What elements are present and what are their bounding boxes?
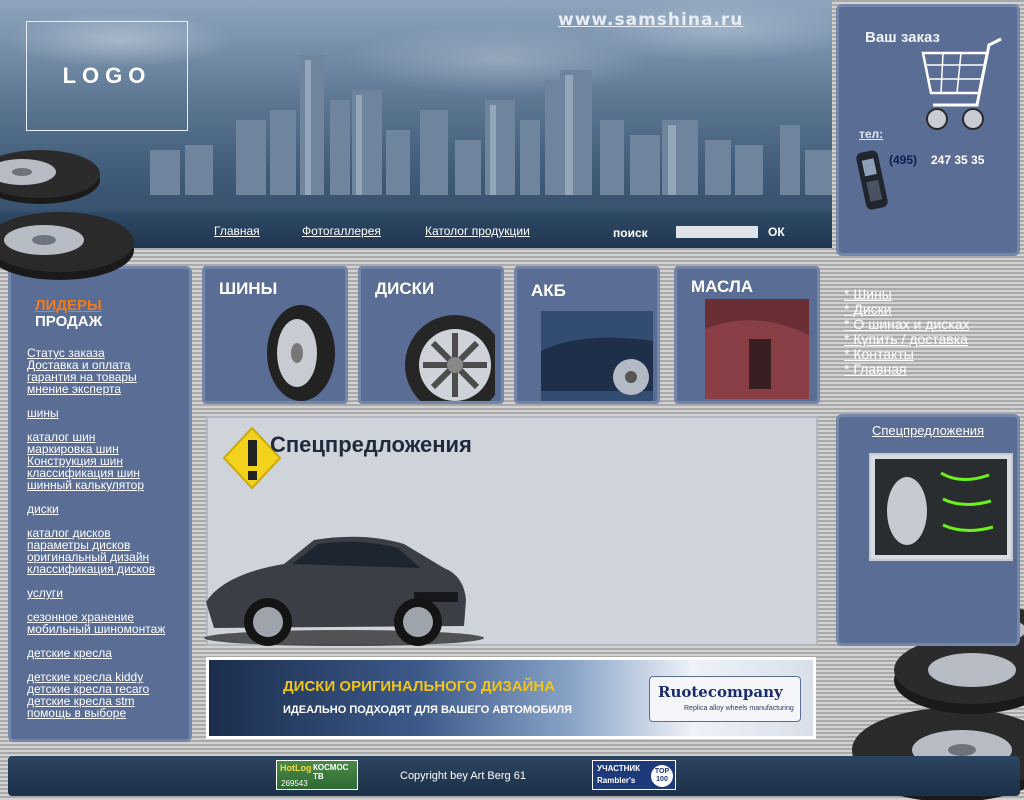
car-front-image: [541, 311, 653, 401]
wheel-image: [405, 315, 495, 401]
sidebar-link-expert[interactable]: мнение эксперта: [27, 383, 121, 395]
category-title: ШИНЫ: [219, 279, 278, 298]
sidebar-link-mobile-tire-service[interactable]: мобильный шиномонтаж: [27, 623, 165, 635]
copyright-text: Copyright bey Art Berg 61: [400, 770, 526, 782]
tire-tread-image[interactable]: [869, 453, 1013, 561]
rambler-participant: УЧАСТНИК: [597, 764, 641, 773]
nav-photo-gallery[interactable]: Фотогаллерея: [302, 224, 381, 238]
right-menu-buy-delivery[interactable]: * Купить / доставка: [844, 332, 968, 347]
special-offers-panel: Спецпредложения: [204, 416, 818, 646]
shopping-cart-icon[interactable]: [917, 35, 1005, 131]
counter-brand: HotLog: [280, 763, 312, 773]
counter-partner: КОСМОС ТВ: [313, 763, 349, 781]
order-panel: Ваш заказ тел: (495) 247 35 35: [836, 4, 1020, 256]
hotlog-counter[interactable]: HotLog КОСМОС ТВ 269543: [276, 760, 358, 790]
banner-headline: ДИСКИ ОРИГИНАЛЬНОГО ДИЗАЙНА: [283, 678, 556, 695]
banner-logo-name: Ruotecompany: [658, 683, 783, 701]
rambler-top100-counter[interactable]: УЧАСТНИК Rambler's TOP 100: [592, 760, 676, 790]
category-tile-tires[interactable]: ШИНЫ: [202, 266, 348, 404]
special-offers-side-panel: Спецпредложения: [836, 414, 1020, 646]
site-logo[interactable]: LOGO: [26, 21, 188, 131]
category-tile-oils[interactable]: МАСЛА: [674, 266, 820, 404]
sales-heading: ПРОДАЖ: [35, 313, 103, 330]
banner-logo-sub: Replica alloy wheels manufacturing: [684, 705, 794, 712]
special-offers-title: Спецпредложения: [270, 432, 472, 457]
right-menu-about[interactable]: * О шинах и дисках: [844, 317, 970, 332]
sidebar-link-wheel-classification[interactable]: классификация дисков: [27, 563, 155, 575]
sidebar-link-wheels[interactable]: диски: [27, 503, 59, 515]
banner-subline: ИДЕАЛЬНО ПОДХОДЯТ ДЛЯ ВАШЕГО АВТОМОБИЛЯ: [283, 704, 573, 716]
nav-home[interactable]: Главная: [214, 224, 260, 238]
search-label: поиск: [613, 226, 648, 240]
leaders-heading[interactable]: ЛИДЕРЫ: [35, 297, 102, 314]
phone-number: 247 35 35: [931, 153, 985, 167]
left-sidebar: ЛИДЕРЫ ПРОДАЖ Статус заказа Доставка и о…: [8, 266, 192, 742]
search-ok-button[interactable]: ОК: [768, 225, 785, 239]
ruotecompany-logo: Ruotecompany Replica alloy wheels manufa…: [649, 676, 801, 722]
tire-tread-graphic: [875, 459, 1007, 555]
rambler-top100: TOP 100: [651, 765, 673, 787]
counter-value: 269543: [281, 779, 308, 788]
bmw-car-image: [204, 536, 484, 646]
right-menu-tires[interactable]: * Шины: [844, 287, 892, 302]
category-tile-batteries[interactable]: АКБ: [514, 266, 660, 404]
sidebar-link-help-choose[interactable]: помощь в выборе: [27, 707, 126, 719]
category-title: МАСЛА: [691, 277, 754, 296]
footer: HotLog КОСМОС ТВ 269543 Copyright bey Ar…: [8, 756, 1020, 796]
nav-product-catalog[interactable]: Католог продукции: [425, 224, 530, 238]
site-url[interactable]: www.samshina.ru: [558, 10, 743, 30]
tire-image: [267, 305, 335, 401]
logo-text: LOGO: [62, 63, 152, 88]
right-menu-contacts[interactable]: * Контакты: [844, 347, 914, 362]
mobile-phone-icon: [856, 150, 888, 210]
tire-stack-left-image: [0, 150, 134, 280]
category-title: ДИСКИ: [375, 279, 435, 298]
sidebar-link-tire-calculator[interactable]: шинный калькулятор: [27, 479, 144, 491]
sidebar-link-tires[interactable]: шины: [27, 407, 59, 419]
search-input[interactable]: [676, 226, 758, 238]
sidebar-link-services[interactable]: услуги: [27, 587, 63, 599]
right-menu-home[interactable]: * Главная: [844, 362, 907, 377]
right-menu-wheels[interactable]: * Диски: [844, 302, 892, 317]
original-design-wheels-banner[interactable]: ДИСКИ ОРИГИНАЛЬНОГО ДИЗАЙНА ИДЕАЛЬНО ПОД…: [206, 657, 816, 739]
rambler-name: Rambler's: [597, 776, 636, 785]
phone-label: тел:: [859, 127, 884, 141]
phone-code: (495): [889, 153, 918, 167]
sidebar-link-child-seats[interactable]: детские кресла: [27, 647, 112, 659]
car-interior-image: [705, 299, 809, 399]
special-offers-side-link[interactable]: Спецпредложения: [839, 423, 1017, 438]
category-tile-wheels[interactable]: ДИСКИ: [358, 266, 504, 404]
category-title: АКБ: [531, 281, 566, 300]
